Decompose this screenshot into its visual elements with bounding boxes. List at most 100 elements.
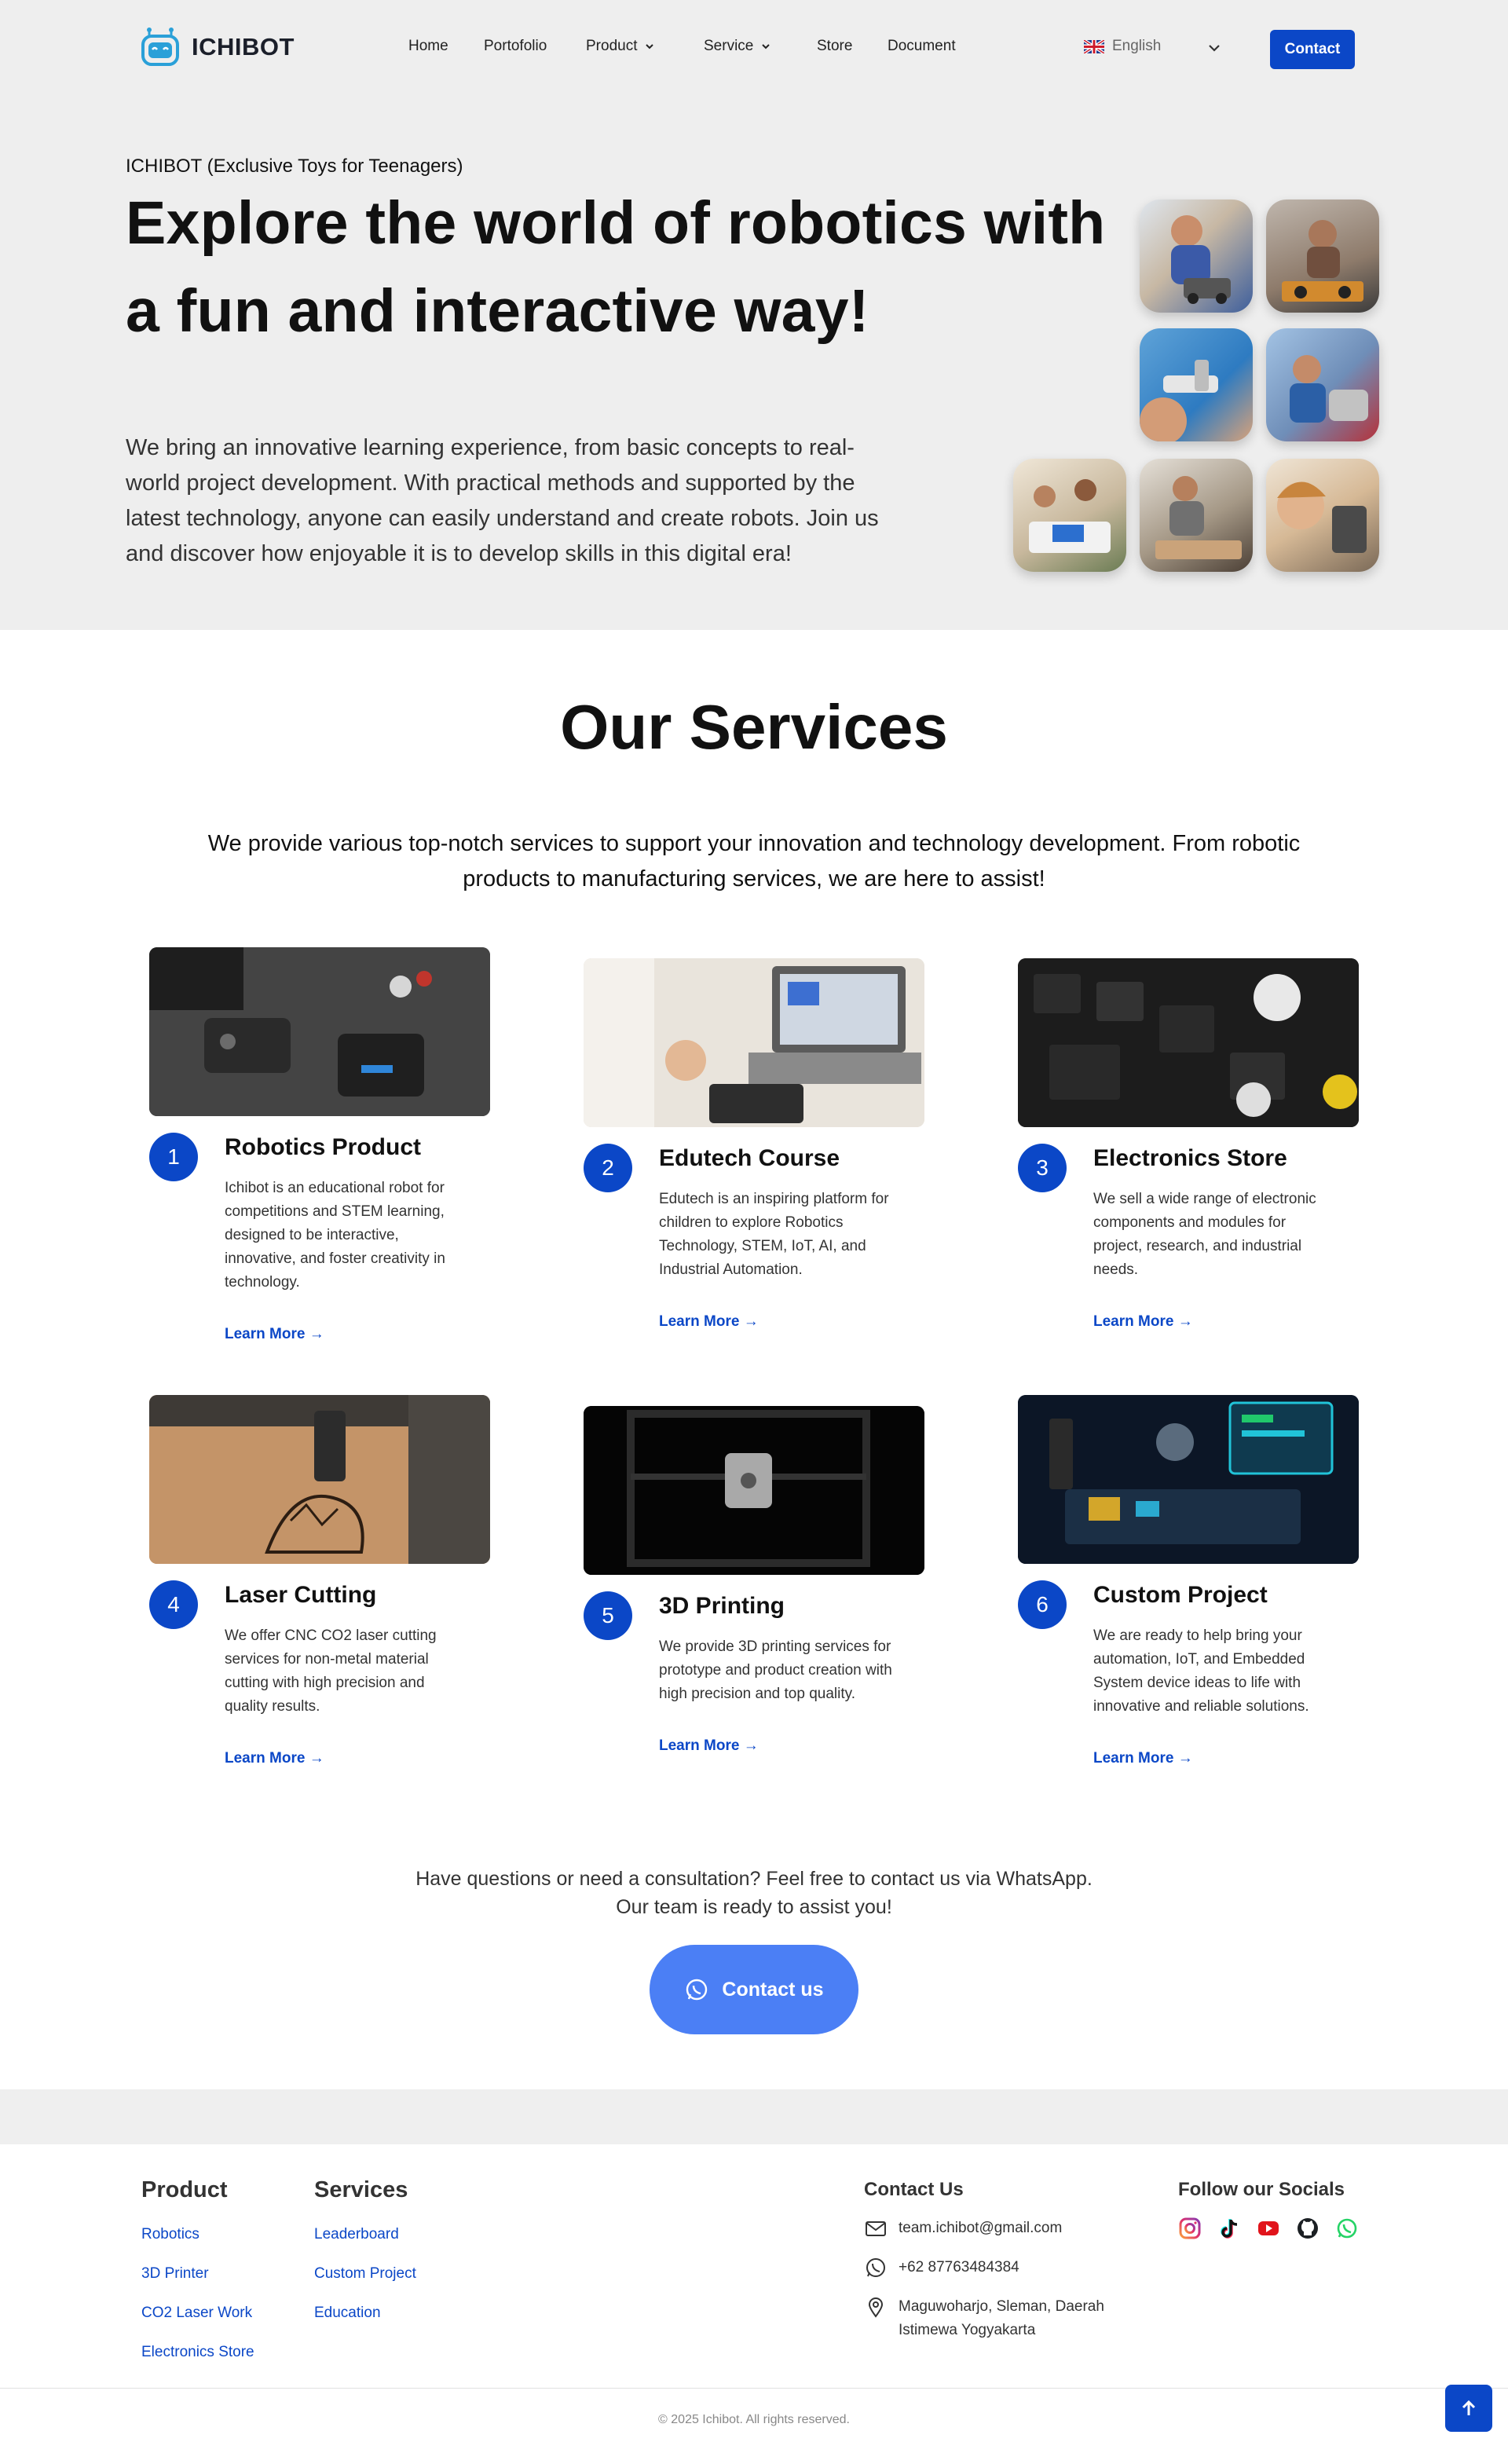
desc-line: We provide 3D printing services for: [659, 1638, 891, 1655]
learn-more-link[interactable]: Learn More →: [1093, 1313, 1193, 1331]
services-subtitle-line: products to manufacturing services, we a…: [463, 866, 1045, 892]
card-title: Robotics Product: [225, 1134, 422, 1160]
nav-label: Portofolio: [484, 38, 547, 54]
nav-item-document[interactable]: Document: [888, 38, 974, 55]
hero-photo-kids-lab: [1266, 328, 1379, 441]
step-number: 1: [149, 1133, 198, 1181]
learn-more-link[interactable]: Learn More →: [1093, 1750, 1193, 1767]
footer-band: [0, 2089, 1508, 2144]
nav-item-portofolio[interactable]: Portofolio: [484, 38, 586, 55]
hero-photo-classroom: [1013, 459, 1126, 572]
main-menu: Home Portofolio Product Service Store Do…: [408, 38, 974, 55]
footer-link-leaderboard[interactable]: Leaderboard: [314, 2226, 399, 2243]
cta-button-label: Contact us: [722, 1978, 824, 2001]
footer-address: Maguwoharjo, Sleman, Daerah Istimewa Yog…: [864, 2295, 1104, 2342]
whatsapp-icon[interactable]: [1335, 2217, 1359, 2240]
desc-line: components and modules for: [1093, 1214, 1287, 1231]
brand-logo[interactable]: ICHIBOT: [140, 27, 295, 68]
address-text: Maguwoharjo, Sleman, Daerah Istimewa Yog…: [899, 2295, 1104, 2342]
whatsapp-icon: [686, 1979, 708, 2001]
hero-desc-line: world project development. With practica…: [126, 470, 855, 496]
footer-phone[interactable]: +62 87763484384: [864, 2256, 1019, 2279]
nav-label: Document: [888, 38, 956, 54]
desc-line: Edutech is an inspiring platform for: [659, 1191, 889, 1207]
hero-desc-line: and discover how enjoyable it is to deve…: [126, 541, 792, 566]
cta-message: Have questions or need a consultation? F…: [0, 1865, 1508, 1921]
card-description: We provide 3D printing services for prot…: [659, 1635, 918, 1706]
footer-link-electronics-store[interactable]: Electronics Store: [141, 2344, 254, 2361]
hero-photo-robot-arm: [1140, 328, 1253, 441]
youtube-icon[interactable]: [1257, 2217, 1280, 2240]
services-subtitle: We provide various top-notch services to…: [141, 826, 1367, 897]
hero-title-line: a fun and interactive way!: [126, 277, 869, 345]
footer-link-3d-printer[interactable]: 3D Printer: [141, 2265, 209, 2283]
footer-product-heading: Product: [141, 2177, 228, 2202]
step-number: 3: [1018, 1144, 1067, 1192]
phone-text: +62 87763484384: [899, 2259, 1019, 2275]
hero-photo-kid-robot: [1140, 200, 1253, 313]
nav-item-store[interactable]: Store: [817, 38, 888, 55]
instagram-icon[interactable]: [1178, 2217, 1202, 2240]
footer-link-custom-project[interactable]: Custom Project: [314, 2265, 416, 2283]
learn-more-link[interactable]: Learn More →: [659, 1737, 759, 1755]
robot-logo-icon: [141, 27, 179, 66]
service-card-custom: 6 Custom Project We are ready to help br…: [1018, 1395, 1359, 1788]
footer-link-robotics[interactable]: Robotics: [141, 2226, 199, 2243]
desc-line: cutting with high precision and: [225, 1675, 425, 1691]
uk-flag-icon: [1084, 39, 1104, 53]
mail-icon: [866, 2221, 886, 2236]
nav-label: Home: [408, 38, 448, 54]
footer-email[interactable]: team.ichibot@gmail.com: [864, 2217, 1062, 2240]
nav-item-home[interactable]: Home: [408, 38, 484, 55]
card-title: Edutech Course: [659, 1145, 840, 1171]
contact-button[interactable]: Contact: [1270, 30, 1355, 69]
desc-line: technology.: [225, 1274, 300, 1291]
footer-services-heading: Services: [314, 2177, 408, 2202]
footer-link-education[interactable]: Education: [314, 2305, 381, 2322]
footer-link-co2-laser[interactable]: CO2 Laser Work: [141, 2305, 252, 2322]
hero-title-line: Explore the world of robotics with: [126, 189, 1106, 257]
language-label: English: [1112, 38, 1162, 54]
services-subtitle-line: We provide various top-notch services to…: [207, 831, 1301, 856]
hero-photo-kid-focus: [1266, 459, 1379, 572]
service-card-3d-printing: 5 3D Printing We provide 3D printing ser…: [584, 1406, 924, 1783]
desc-line: quality results.: [225, 1698, 320, 1715]
whatsapp-contact-button[interactable]: Contact us: [650, 1945, 858, 2034]
github-icon[interactable]: [1296, 2217, 1320, 2240]
desc-line: System device ideas to life with: [1093, 1675, 1301, 1691]
service-card-electronics: 3 Electronics Store We sell a wide range…: [1018, 958, 1359, 1351]
service-card-robotics: 1 Robotics Product Ichibot is an educati…: [149, 947, 490, 1356]
nav-item-product[interactable]: Product: [586, 38, 704, 55]
copyright-text: © 2025 Ichibot. All rights reserved.: [658, 2413, 850, 2426]
desc-line: competitions and STEM learning,: [225, 1203, 445, 1220]
card-description: We are ready to help bring your automati…: [1093, 1624, 1352, 1719]
desc-line: We sell a wide range of electronic: [1093, 1191, 1316, 1207]
map-pin-icon: [868, 2297, 884, 2318]
nav-item-service[interactable]: Service: [704, 38, 817, 55]
chevron-down-icon[interactable]: [1208, 44, 1221, 52]
service-image: [1018, 958, 1359, 1127]
desc-line: We are ready to help bring your: [1093, 1627, 1302, 1644]
desc-line: Technology, STEM, IoT, AI, and: [659, 1238, 866, 1254]
footer-contact-heading: Contact Us: [864, 2179, 964, 2200]
cta-line: Have questions or need a consultation? F…: [415, 1868, 1093, 1890]
desc-line: project, research, and industrial: [1093, 1238, 1302, 1254]
learn-more-link[interactable]: Learn More →: [659, 1313, 759, 1331]
service-image: [149, 947, 490, 1116]
card-description: We offer CNC CO2 laser cutting services …: [225, 1624, 484, 1719]
arrow-up-icon: [1462, 2400, 1476, 2415]
language-selector[interactable]: English: [1084, 38, 1161, 55]
address-line: Istimewa Yogyakarta: [899, 2322, 1036, 2338]
step-number: 6: [1018, 1580, 1067, 1629]
step-number: 2: [584, 1144, 632, 1192]
nav-label: Product: [586, 38, 638, 54]
back-to-top-button[interactable]: [1445, 2385, 1492, 2432]
desc-line: designed to be interactive,: [225, 1227, 399, 1243]
card-description: Ichibot is an educational robot for comp…: [225, 1177, 484, 1294]
learn-more-link[interactable]: Learn More →: [225, 1750, 324, 1767]
desc-line: high precision and top quality.: [659, 1686, 855, 1702]
learn-more-link[interactable]: Learn More →: [225, 1326, 324, 1343]
card-description: We sell a wide range of electronic compo…: [1093, 1188, 1352, 1282]
tiktok-icon[interactable]: [1217, 2217, 1241, 2240]
desc-line: services for non-metal material: [225, 1651, 429, 1668]
